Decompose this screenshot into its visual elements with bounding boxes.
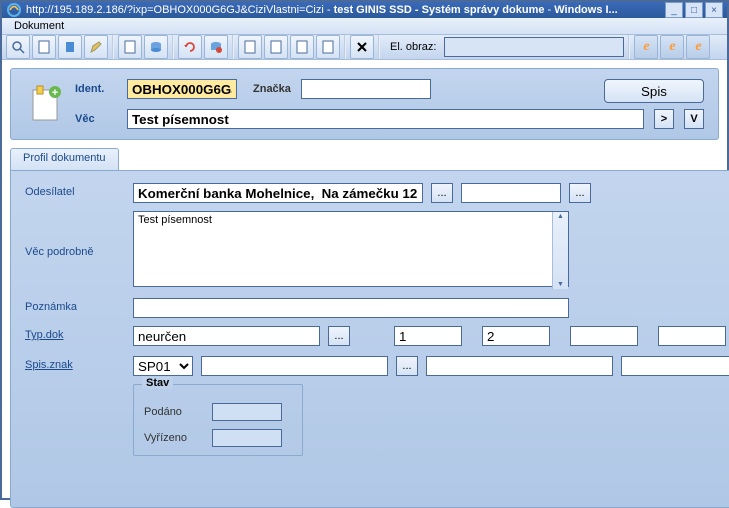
toolbar-edit-button[interactable]	[84, 35, 108, 59]
el-obraz-label: El. obraz:	[390, 41, 436, 53]
spis-znak-input-3[interactable]	[621, 356, 729, 376]
tab-strip: Profil dokumentu	[10, 148, 729, 170]
vyrizeno-input[interactable]	[212, 429, 282, 447]
el-obraz-input[interactable]	[444, 37, 624, 57]
typ-dok-label[interactable]: Typ.dok	[25, 326, 125, 341]
titlebar: http://195.189.2.186/?ixp=OBHOX000G6GJ&C…	[2, 2, 727, 18]
toolbar-e2-button[interactable]: e	[660, 35, 684, 59]
listy-3-input[interactable]	[570, 326, 638, 346]
maximize-button[interactable]: □	[685, 2, 703, 18]
main-content: Profil dokumentu Odesílatel ... ... Věc …	[10, 148, 729, 508]
toolbar-search-button[interactable]	[6, 35, 30, 59]
toolbar-separator	[378, 35, 380, 59]
listy-1-input[interactable]	[394, 326, 462, 346]
minimize-button[interactable]: _	[665, 2, 683, 18]
spis-znak-input-1[interactable]	[201, 356, 388, 376]
spis-znak-label[interactable]: Spis.znak	[25, 356, 125, 371]
toolbar: El. obraz: e e e	[2, 35, 727, 60]
znacka-label: Značka	[253, 83, 291, 95]
toolbar-bluebar-button[interactable]	[58, 35, 82, 59]
header-panel: + Ident. Značka Věc > V Spis	[10, 68, 719, 140]
window-buttons: _ □ ×	[665, 2, 723, 18]
vec-v-button[interactable]: V	[684, 109, 704, 129]
odesilatel-input[interactable]	[133, 183, 423, 203]
toolbar-separator	[112, 35, 114, 59]
vec-podrobne-label: Věc podrobně	[25, 243, 125, 258]
tab-profil-dokumentu[interactable]: Profil dokumentu	[10, 148, 119, 170]
toolbar-doc2-button[interactable]	[118, 35, 142, 59]
typ-dok-lookup-button[interactable]: ...	[328, 326, 350, 346]
toolbar-separator	[344, 35, 346, 59]
ident-label: Ident.	[75, 83, 117, 95]
toolbar-refresh-button[interactable]	[178, 35, 202, 59]
main-area: Profil dokumentu Odesílatel ... ... Věc …	[10, 148, 719, 508]
vec-input[interactable]	[127, 109, 644, 129]
ie-icon	[6, 2, 22, 18]
toolbar-dbred-button[interactable]	[204, 35, 228, 59]
spis-znak-select[interactable]: SP01	[133, 356, 193, 376]
ident-input[interactable]	[127, 79, 237, 99]
titlebar-text: http://195.189.2.186/?ixp=OBHOX000G6GJ&C…	[26, 4, 665, 16]
toolbar-doc5-button[interactable]	[290, 35, 314, 59]
poznamka-input[interactable]	[133, 298, 569, 318]
odesilatel-lookup-button[interactable]: ...	[431, 183, 453, 203]
toolbar-doc6-button[interactable]	[316, 35, 340, 59]
menubar: Dokument	[2, 18, 727, 35]
podano-label: Podáno	[144, 406, 204, 418]
typ-dok-input[interactable]	[133, 326, 320, 346]
browser-title: Windows I...	[554, 4, 617, 16]
spis-znak-lookup-button[interactable]: ...	[396, 356, 418, 376]
odesilatel-extra-input[interactable]	[461, 183, 561, 203]
znacka-input[interactable]	[301, 79, 431, 99]
close-button[interactable]: ×	[705, 2, 723, 18]
poznamka-label: Poznámka	[25, 298, 125, 313]
stav-title: Stav	[142, 377, 173, 389]
spis-znak-input-2[interactable]	[426, 356, 613, 376]
odesilatel-extra-lookup-button[interactable]: ...	[569, 183, 591, 203]
app-window: http://195.189.2.186/?ixp=OBHOX000G6GJ&C…	[0, 0, 729, 500]
toolbar-newdoc-button[interactable]	[32, 35, 56, 59]
toolbar-e1-button[interactable]: e	[634, 35, 658, 59]
toolbar-db-button[interactable]	[144, 35, 168, 59]
spis-button[interactable]: Spis	[604, 79, 704, 103]
listy-2-input[interactable]	[482, 326, 550, 346]
url-text: http://195.189.2.186/?ixp=OBHOX000G6GJ&C…	[26, 4, 324, 16]
toolbar-doc3-button[interactable]	[238, 35, 262, 59]
document-icon: +	[25, 84, 65, 124]
vec-expand-button[interactable]: >	[654, 109, 674, 129]
toolbar-doc4-button[interactable]	[264, 35, 288, 59]
vyrizeno-label: Vyřízeno	[144, 432, 204, 444]
vec-label: Věc	[75, 113, 117, 125]
menu-dokument[interactable]: Dokument	[8, 18, 70, 34]
toolbar-e3-button[interactable]: e	[686, 35, 710, 59]
tab-body: Odesílatel ... ... Věc podrobně Poznámka	[10, 170, 729, 508]
toolbar-separator	[172, 35, 174, 59]
toolbar-separator	[232, 35, 234, 59]
svg-text:+: +	[52, 87, 58, 99]
podano-input[interactable]	[212, 403, 282, 421]
app-title: test GINIS SSD - Systém správy dokume	[334, 4, 545, 16]
odesilatel-label: Odesílatel	[25, 183, 125, 198]
toolbar-separator	[628, 35, 630, 59]
stav-fieldset: Stav Podáno Vyřízeno	[133, 384, 303, 456]
toolbar-delete-button[interactable]	[350, 35, 374, 59]
vec-podrobne-textarea[interactable]	[133, 211, 569, 287]
listy-4-input[interactable]	[658, 326, 726, 346]
